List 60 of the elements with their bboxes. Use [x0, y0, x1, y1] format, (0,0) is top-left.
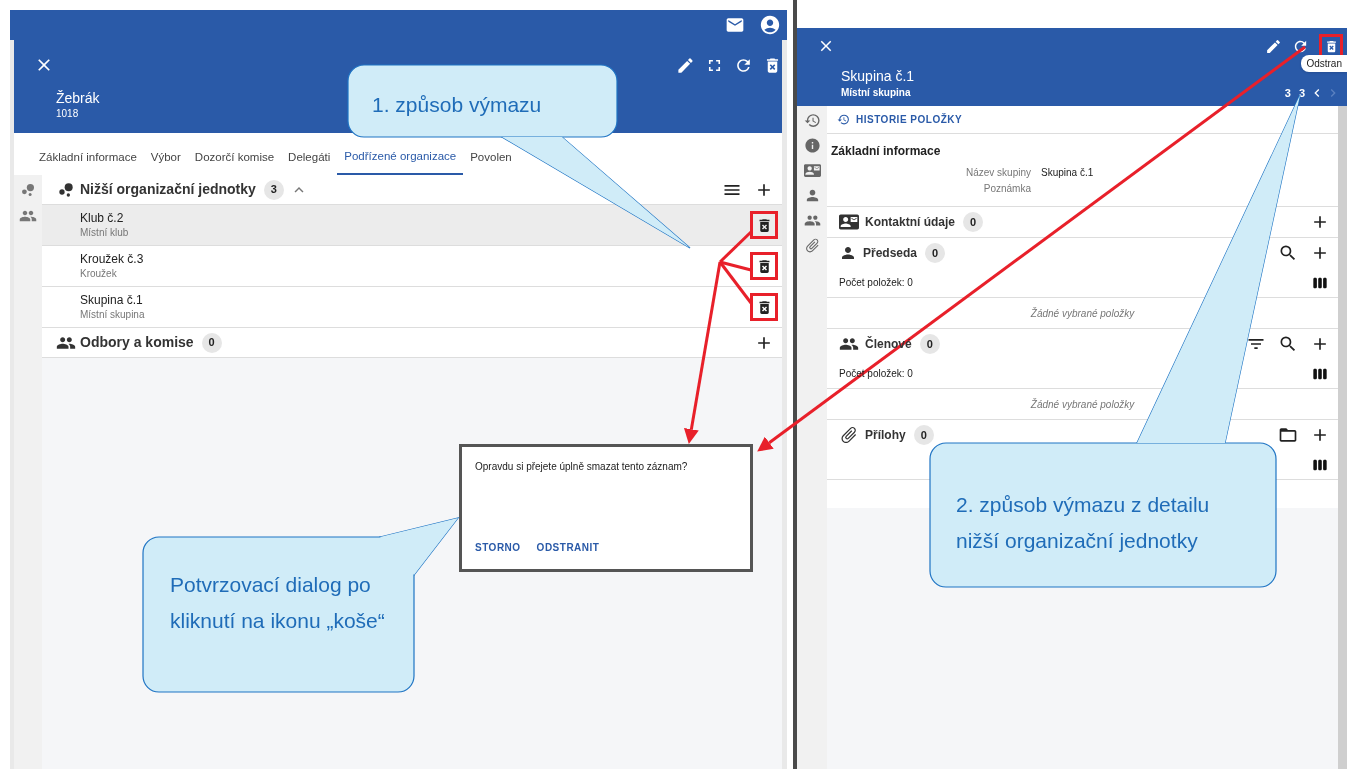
detail-subtitle: Místní skupina — [841, 86, 911, 101]
section-title: Přílohy — [865, 427, 906, 444]
contact-card-icon — [839, 212, 859, 232]
item-count: Počet položek: 0 — [839, 276, 913, 290]
field-value: Skupina č.1 — [1041, 165, 1094, 180]
callout-text: 1. způsob výmazu — [372, 92, 542, 118]
tab[interactable]: Dozorčí komise — [187, 141, 282, 175]
row-subtitle: Místní skupina — [80, 307, 145, 322]
section-title: Základní informace — [830, 143, 942, 160]
section-title: Odbory a komise — [80, 333, 194, 352]
dialog-button[interactable]: STORNO — [475, 540, 521, 555]
search-icon[interactable] — [1278, 243, 1298, 263]
section-title: Nižší organizační jednotky — [80, 180, 256, 199]
tab[interactable]: Povolen — [463, 141, 512, 175]
callout-text: Potvrzovací dialog po kliknutí na ikonu „koše“ — [170, 572, 385, 634]
section-title: Předseda — [863, 245, 918, 262]
count-badge: 0 — [963, 212, 983, 232]
count-badge: 3 — [263, 179, 284, 200]
section-title: Kontaktní údaje — [865, 214, 955, 231]
delete-button[interactable] — [750, 293, 778, 321]
folder-icon[interactable] — [1278, 425, 1298, 445]
pager-current: 3 — [1284, 86, 1291, 101]
count-badge: 0 — [201, 332, 222, 353]
history-icon[interactable] — [803, 112, 821, 129]
tab[interactable]: Výbor — [143, 141, 188, 175]
bubbles-icon[interactable] — [19, 181, 37, 199]
callout-text: 2. způsob výmazu z detailu nižší organizační jednotky — [956, 492, 1211, 554]
scrollbar[interactable] — [1338, 106, 1347, 769]
row-title: Kroužek č.3 — [80, 251, 144, 267]
row-subtitle: Kroužek — [80, 266, 118, 281]
contact-card-icon[interactable] — [803, 162, 821, 179]
history-icon — [837, 113, 850, 126]
row-title: Klub č.2 — [80, 210, 125, 226]
count-badge: 0 — [919, 334, 940, 354]
delete-button[interactable] — [750, 252, 778, 280]
empty-message: Žádné vybrané položky — [1030, 306, 1135, 321]
detail-title: Skupina č.1 — [841, 67, 916, 85]
record-code: 1018 — [56, 107, 79, 121]
row-title: Skupina č.1 — [80, 292, 144, 308]
pencil-icon[interactable] — [1265, 37, 1282, 55]
field-label: Název skupiny — [964, 165, 1031, 180]
account-icon[interactable] — [759, 14, 781, 36]
tooltip: Odstran — [1301, 55, 1347, 72]
tab[interactable]: Základní informace — [32, 141, 144, 175]
search-icon[interactable] — [1278, 334, 1298, 354]
count-badge: 0 — [925, 243, 946, 263]
pager-total: 3 — [1298, 86, 1305, 101]
list-row[interactable]: Klub č.2 Místní klub — [42, 205, 782, 246]
row-subtitle: Místní klub — [80, 225, 129, 240]
tab[interactable]: Delegáti — [281, 141, 338, 175]
record-title: Žebrák — [56, 89, 100, 107]
info-icon[interactable] — [803, 137, 821, 154]
delete-button[interactable] — [750, 211, 778, 239]
field-label: Poznámka — [982, 181, 1031, 196]
dialog-button[interactable]: ODSTRANIT — [536, 540, 600, 555]
dialog-message: Opravdu si přejete úplně smazat tento záznam? — [475, 460, 689, 474]
count-badge: 0 — [913, 425, 934, 445]
empty-message: Žádné vybrané položky — [1030, 397, 1135, 412]
person-icon — [839, 244, 857, 262]
mail-icon[interactable] — [725, 15, 745, 35]
